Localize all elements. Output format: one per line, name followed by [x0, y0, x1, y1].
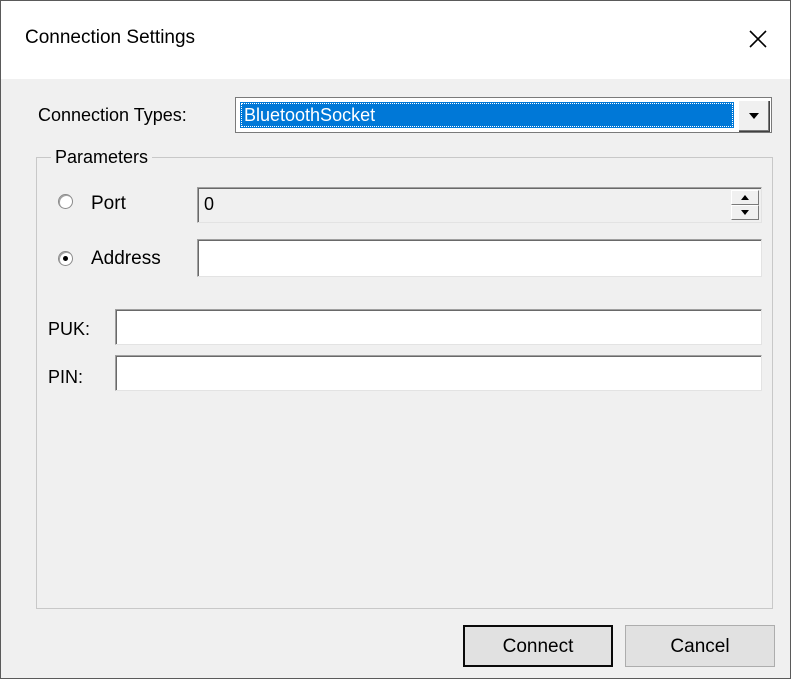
radio-selected-dot	[63, 256, 68, 261]
spin-up-button[interactable]	[731, 190, 759, 205]
connection-settings-dialog: Connection Settings Connection Types: Bl…	[0, 0, 791, 679]
chevron-down-icon	[741, 210, 749, 215]
pin-input[interactable]	[115, 355, 762, 391]
puk-input[interactable]	[115, 309, 762, 345]
connection-types-select[interactable]: BluetoothSocket	[235, 97, 772, 133]
pin-label: PIN:	[48, 367, 84, 387]
dropdown-button[interactable]	[738, 100, 769, 131]
port-spin-buttons	[731, 190, 759, 220]
puk-label: PUK:	[48, 319, 91, 339]
address-label: Address	[91, 248, 161, 269]
address-input[interactable]	[197, 239, 762, 277]
cancel-button[interactable]: Cancel	[625, 625, 775, 667]
connection-types-value: BluetoothSocket	[240, 102, 734, 128]
spin-down-button[interactable]	[731, 205, 759, 220]
title-bar: Connection Settings	[1, 1, 790, 79]
parameters-legend: Parameters	[51, 147, 153, 168]
chevron-down-icon	[749, 113, 759, 119]
close-icon	[749, 30, 767, 48]
connection-types-label: Connection Types:	[38, 105, 187, 125]
port-stepper[interactable]: 0	[197, 187, 762, 223]
chevron-up-icon	[741, 195, 749, 200]
port-value: 0	[204, 194, 215, 214]
address-radio[interactable]	[58, 251, 73, 266]
dialog-title: Connection Settings	[25, 27, 196, 48]
port-radio[interactable]	[58, 194, 73, 209]
connect-button[interactable]: Connect	[463, 625, 613, 667]
port-label: Port	[91, 193, 126, 214]
close-button[interactable]	[728, 1, 790, 79]
